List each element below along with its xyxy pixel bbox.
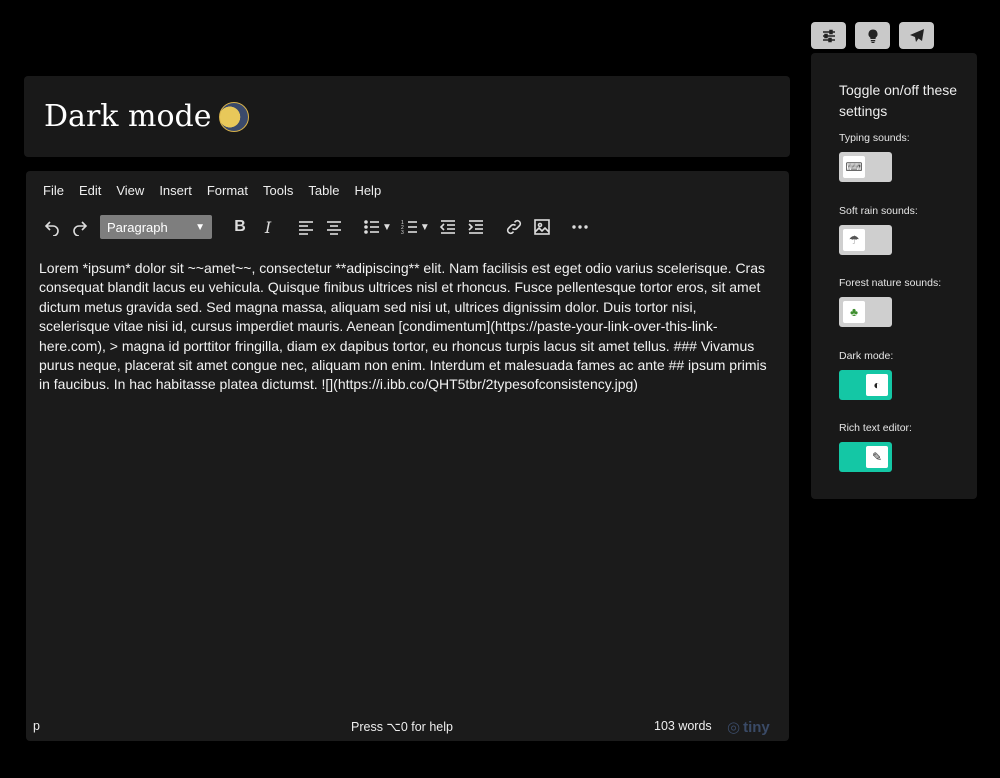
rain-icon: ☂ — [843, 229, 865, 251]
menu-file[interactable]: File — [43, 183, 64, 198]
insert-link-button[interactable] — [500, 213, 528, 241]
typing-sounds-toggle[interactable]: ⌨ — [839, 152, 892, 182]
more-icon — [572, 225, 588, 229]
status-bar: p Press ⌥0 for help 103 words ◎ tiny — [26, 719, 789, 739]
contrast-icon: ◐ — [866, 374, 888, 396]
setting-label: Dark mode: — [839, 350, 894, 362]
indent-button[interactable] — [462, 213, 490, 241]
page-title-text: Dark mode — [44, 99, 212, 134]
settings-panel: Toggle on/off these settings Typing soun… — [811, 53, 977, 499]
bold-icon: B — [234, 218, 246, 235]
menu-help[interactable]: Help — [354, 183, 381, 198]
align-center-button[interactable] — [320, 213, 348, 241]
menu-format[interactable]: Format — [207, 183, 248, 198]
insert-image-button[interactable] — [528, 213, 556, 241]
editor-content[interactable]: Lorem *ipsum* dolor sit ~~amet~~, consec… — [39, 259, 771, 395]
help-hint: Press ⌥0 for help — [351, 720, 453, 734]
menu-insert[interactable]: Insert — [159, 183, 192, 198]
lightbulb-icon — [867, 28, 878, 43]
dark-mode-toggle[interactable]: ◐ — [839, 370, 892, 400]
setting-dark-mode: Dark mode: ◐ — [839, 350, 893, 400]
title-card: Dark mode — [24, 76, 790, 157]
rich-text-editor: File Edit View Insert Format Tools Table… — [26, 171, 789, 741]
more-button[interactable] — [566, 213, 594, 241]
tiny-logo-icon: ◎ — [727, 719, 741, 736]
page-title: Dark mode — [44, 99, 250, 134]
setting-label: Forest nature sounds: — [839, 277, 942, 289]
element-path[interactable]: p — [33, 719, 40, 733]
link-icon — [506, 219, 521, 235]
menubar: File Edit View Insert Format Tools Table… — [43, 183, 396, 198]
block-format-value: Paragraph — [107, 219, 168, 235]
keyboard-icon: ⌨ — [843, 156, 865, 178]
block-format-select[interactable]: Paragraph ▼ — [100, 215, 212, 239]
align-left-button[interactable] — [292, 213, 320, 241]
menu-tools[interactable]: Tools — [263, 183, 293, 198]
moon-icon — [219, 101, 250, 132]
paper-plane-icon — [909, 28, 924, 42]
italic-button[interactable]: I — [254, 213, 282, 241]
outdent-button[interactable] — [434, 213, 462, 241]
image-icon — [534, 219, 550, 235]
setting-rich-text-editor: Rich text editor: ✎ — [839, 422, 912, 472]
setting-forest-sounds: Forest nature sounds: ♣ — [839, 277, 941, 327]
redo-button[interactable] — [66, 213, 94, 241]
svg-text:3: 3 — [401, 230, 404, 236]
outdent-icon — [439, 220, 455, 234]
tree-icon: ♣ — [843, 301, 865, 323]
bullet-list-chevron-icon[interactable]: ▼ — [382, 222, 392, 233]
tiny-logo-text: tiny — [743, 718, 770, 736]
setting-typing-sounds: Typing sounds: ⌨ — [839, 132, 910, 182]
numbered-list-chevron-icon[interactable]: ▼ — [420, 222, 430, 233]
italic-icon: I — [264, 217, 272, 237]
tips-button[interactable] — [855, 22, 890, 49]
redo-icon — [73, 221, 88, 236]
pen-icon: ✎ — [866, 446, 888, 468]
settings-panel-title: Toggle on/off these settings — [839, 82, 958, 119]
forest-sounds-toggle[interactable]: ♣ — [839, 297, 892, 327]
numbered-list-icon: 123 — [401, 220, 417, 236]
setting-label: Rich text editor: — [839, 422, 912, 434]
align-center-icon — [327, 221, 341, 235]
sliders-icon — [822, 29, 835, 42]
tiny-logo[interactable]: ◎ tiny — [727, 718, 770, 737]
rich-text-editor-toggle[interactable]: ✎ — [839, 442, 892, 472]
undo-button[interactable] — [38, 213, 66, 241]
indent-icon — [468, 220, 483, 234]
word-count[interactable]: 103 words — [654, 719, 712, 733]
bullet-list-icon — [364, 220, 379, 234]
setting-label: Typing sounds: — [839, 132, 910, 144]
soft-rain-toggle[interactable]: ☂ — [839, 225, 892, 255]
menu-edit[interactable]: Edit — [79, 183, 101, 198]
align-left-icon — [299, 221, 313, 235]
bold-button[interactable]: B — [226, 213, 254, 241]
settings-button[interactable] — [811, 22, 846, 49]
top-buttons — [811, 22, 934, 49]
send-button[interactable] — [899, 22, 934, 49]
setting-soft-rain-sounds: Soft rain sounds: ☂ — [839, 205, 918, 255]
menu-view[interactable]: View — [116, 183, 144, 198]
chevron-down-icon: ▼ — [195, 221, 205, 233]
menu-table[interactable]: Table — [308, 183, 339, 198]
toolbar: Paragraph ▼ B I ▼ 123 ▼ — [38, 212, 594, 242]
setting-label: Soft rain sounds: — [839, 205, 918, 217]
undo-icon — [44, 221, 59, 236]
